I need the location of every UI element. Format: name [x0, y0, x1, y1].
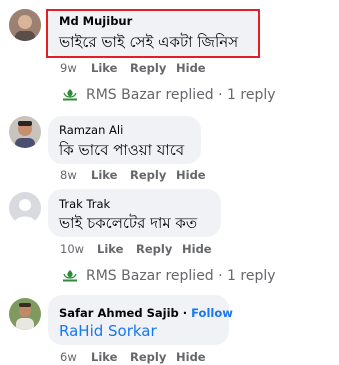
reply-button[interactable]: Reply [130, 350, 166, 364]
like-button[interactable]: Like [91, 168, 117, 182]
comment-author-row: Safar Ahmed Sajib · Follow [59, 306, 233, 320]
hide-button[interactable]: Hide [176, 61, 206, 75]
comment-author[interactable]: Md Mujibur [59, 14, 132, 28]
reply-button[interactable]: Reply [130, 61, 166, 75]
like-button[interactable]: Like [91, 61, 117, 75]
rms-bazar-logo-icon [63, 89, 77, 101]
comment-text: কি ভাবে পাওয়া যাবে [59, 141, 185, 159]
view-replies-link[interactable]: RMS Bazar replied · 1 reply [86, 268, 276, 284]
reply-button[interactable]: Reply [130, 168, 166, 182]
rms-bazar-logo-icon [63, 270, 77, 282]
hide-button[interactable]: Hide [176, 168, 206, 182]
comment-author[interactable]: Trak Trak [59, 197, 110, 211]
comment-time[interactable]: 8w [60, 168, 77, 182]
view-replies-link[interactable]: RMS Bazar replied · 1 reply [86, 87, 276, 103]
comment-text: ভাইরে ভাই সেই একটা জিনিস [59, 33, 239, 51]
comment-time[interactable]: 9w [60, 61, 77, 75]
reply-button[interactable]: Reply [136, 242, 172, 256]
comment-author[interactable]: Ramzan Ali [59, 123, 123, 137]
follow-button[interactable]: Follow [191, 306, 233, 320]
like-button[interactable]: Like [91, 350, 117, 364]
comment-time[interactable]: 6w [60, 350, 77, 364]
avatar[interactable] [9, 9, 41, 41]
comment-text: ভাই চকলেটের দাম কত [59, 214, 198, 232]
avatar[interactable] [9, 298, 41, 330]
comment-time[interactable]: 10w [60, 242, 84, 256]
like-button[interactable]: Like [97, 242, 123, 256]
avatar[interactable] [9, 116, 41, 148]
default-profile-icon[interactable] [9, 192, 41, 224]
hide-button[interactable]: Hide [182, 242, 212, 256]
comment-author[interactable]: Safar Ahmed Sajib [59, 306, 179, 320]
hide-button[interactable]: Hide [176, 350, 206, 364]
name-separator: · [182, 306, 188, 320]
tagged-user-link[interactable]: RaHid Sorkar [59, 322, 157, 340]
